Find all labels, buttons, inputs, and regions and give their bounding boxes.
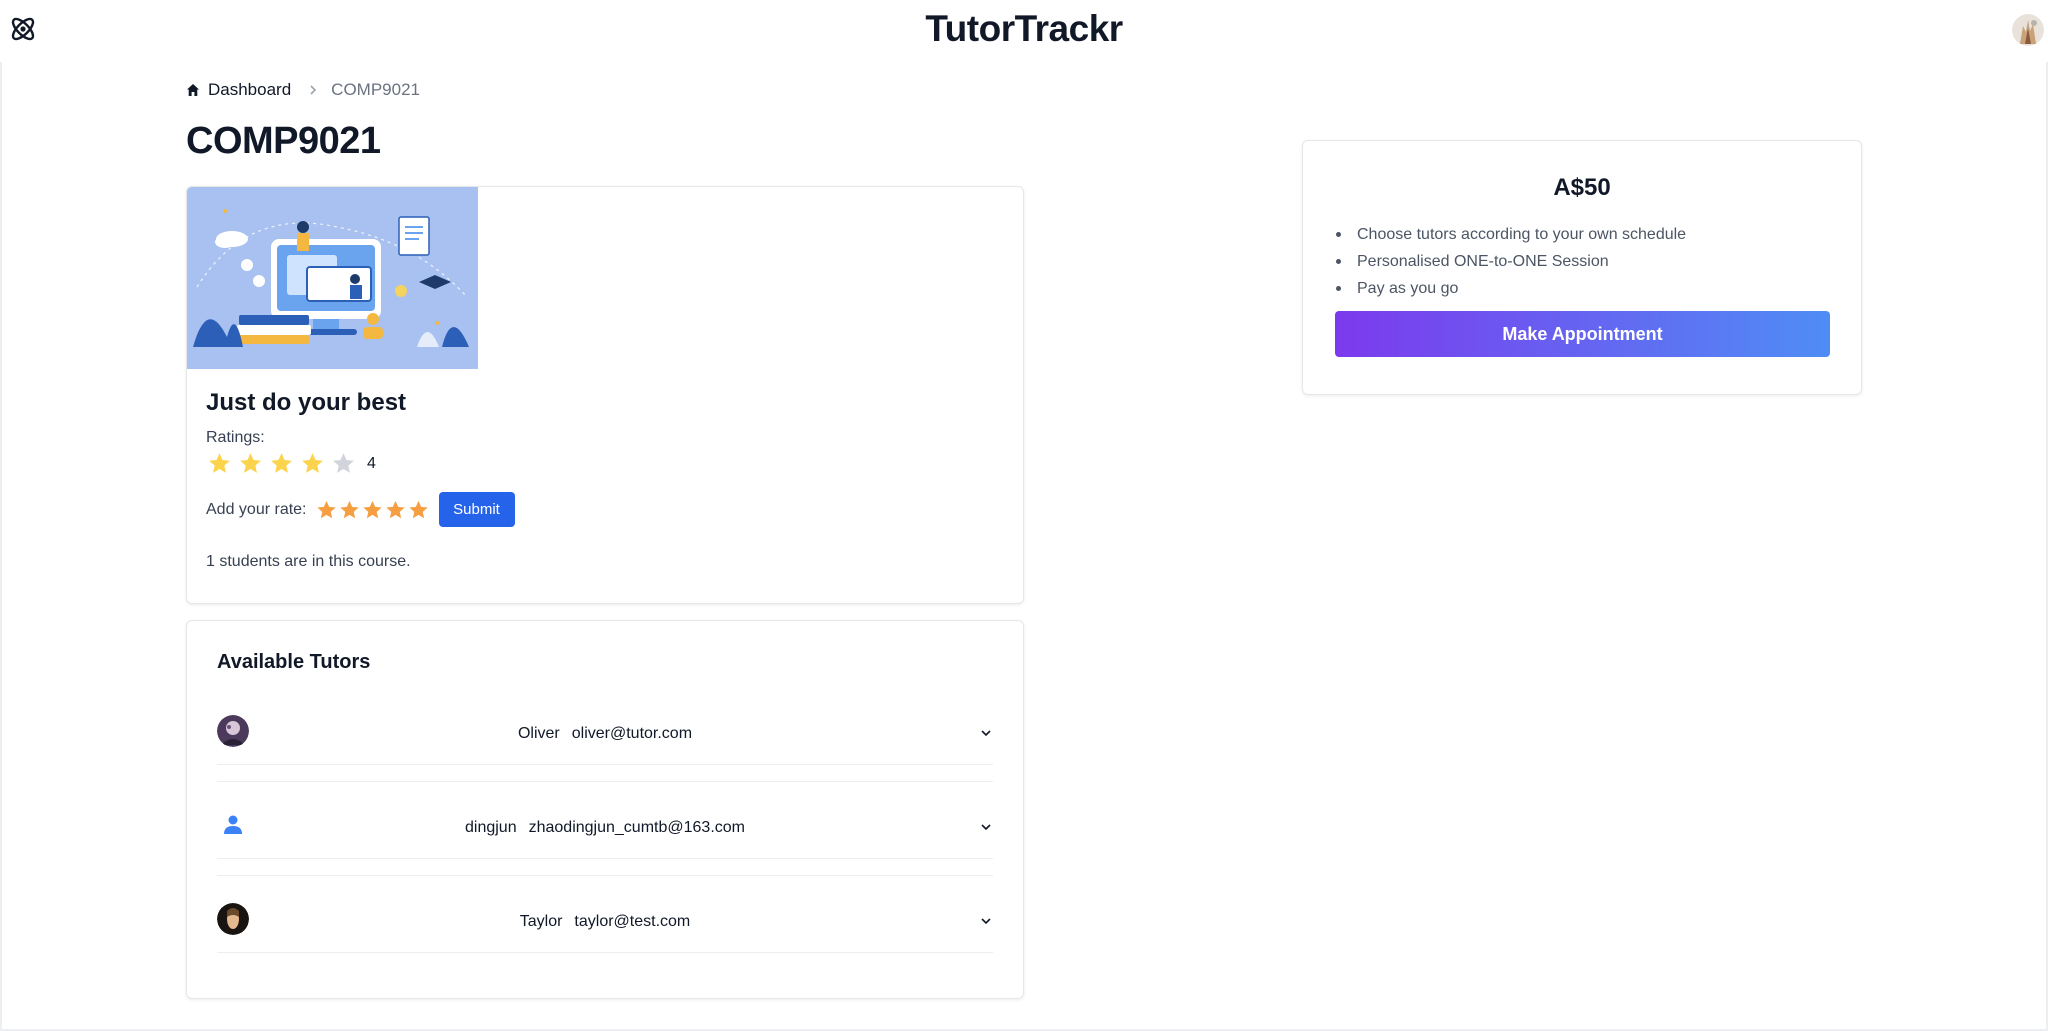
page-title: COMP9021 [186, 120, 381, 162]
submit-rating-button[interactable]: Submit [438, 492, 515, 527]
chevron-down-icon[interactable] [979, 820, 993, 834]
tutor-email: zhaodingjun_cumtb@163.com [528, 819, 745, 836]
tutor-email: oliver@tutor.com [571, 725, 693, 742]
chevron-down-icon[interactable] [979, 914, 993, 928]
tutor-row[interactable]: Taylor taylor@test.com [217, 889, 993, 953]
tutors-heading: Available Tutors [217, 651, 371, 673]
tutor-row[interactable]: dingjun zhaodingjun_cumtb@163.com [217, 795, 993, 859]
tutor-name: dingjun [465, 819, 517, 836]
rate-star-icon[interactable] [384, 499, 407, 521]
star-icon [302, 453, 323, 473]
feature-item: Choose tutors according to your own sche… [1336, 221, 1686, 248]
add-rate-row: Add your rate: Submit [206, 492, 515, 527]
tutor-email: taylor@test.com [574, 913, 691, 930]
breadcrumb: Dashboard COMP9021 [186, 80, 420, 100]
app-title: TutorTrackr [925, 8, 1123, 49]
breadcrumb-current: COMP9021 [331, 80, 420, 99]
rating-value: 4 [367, 454, 376, 472]
ratings-label: Ratings: [206, 429, 265, 446]
average-rating: 4 [206, 451, 376, 476]
breadcrumb-home[interactable]: Dashboard [186, 80, 291, 100]
divider [217, 875, 993, 876]
feature-list: Choose tutors according to your own sche… [1336, 221, 1686, 302]
course-heading: Just do your best [206, 389, 407, 416]
rate-star-icon[interactable] [361, 499, 384, 521]
divider [217, 781, 993, 782]
available-tutors-card: Available Tutors Oliver oliver@tutor.com … [186, 620, 1024, 999]
feature-item: Pay as you go [1336, 275, 1686, 302]
tutor-name: Oliver [517, 725, 560, 742]
home-icon [187, 84, 199, 96]
tutor-info: Oliver oliver@tutor.com [217, 725, 993, 743]
breadcrumb-home-label: Dashboard [208, 80, 292, 99]
rate-star-icon[interactable] [338, 499, 361, 521]
tutor-name: Taylor [519, 913, 563, 930]
feature-item: Personalised ONE-to-ONE Session [1336, 248, 1686, 275]
course-illustration [187, 187, 478, 369]
star-icon [240, 453, 261, 473]
star-icon [209, 453, 230, 473]
chevron-right-icon [310, 85, 317, 95]
make-appointment-button[interactable]: Make Appointment [1335, 311, 1830, 357]
course-card: Just do your best Ratings: 4 Add your ra… [186, 186, 1024, 604]
tutor-info: dingjun zhaodingjun_cumtb@163.com [217, 819, 993, 837]
students-count-text: 1 students are in this course. [206, 553, 411, 570]
price-label: A$50 [1553, 174, 1611, 201]
star-icon [271, 453, 292, 473]
top-navbar: TutorTrackr [0, 0, 2048, 62]
user-avatar[interactable] [2012, 14, 2044, 46]
rate-star-icon[interactable] [407, 499, 430, 521]
tutor-row[interactable]: Oliver oliver@tutor.com [217, 701, 993, 765]
star-icon [333, 453, 354, 473]
tutor-info: Taylor taylor@test.com [217, 913, 993, 931]
chevron-down-icon[interactable] [979, 726, 993, 740]
add-rate-label: Add your rate: [206, 500, 307, 518]
rate-star-icon[interactable] [315, 499, 338, 521]
pricing-card: A$50 Choose tutors according to your own… [1302, 140, 1862, 395]
